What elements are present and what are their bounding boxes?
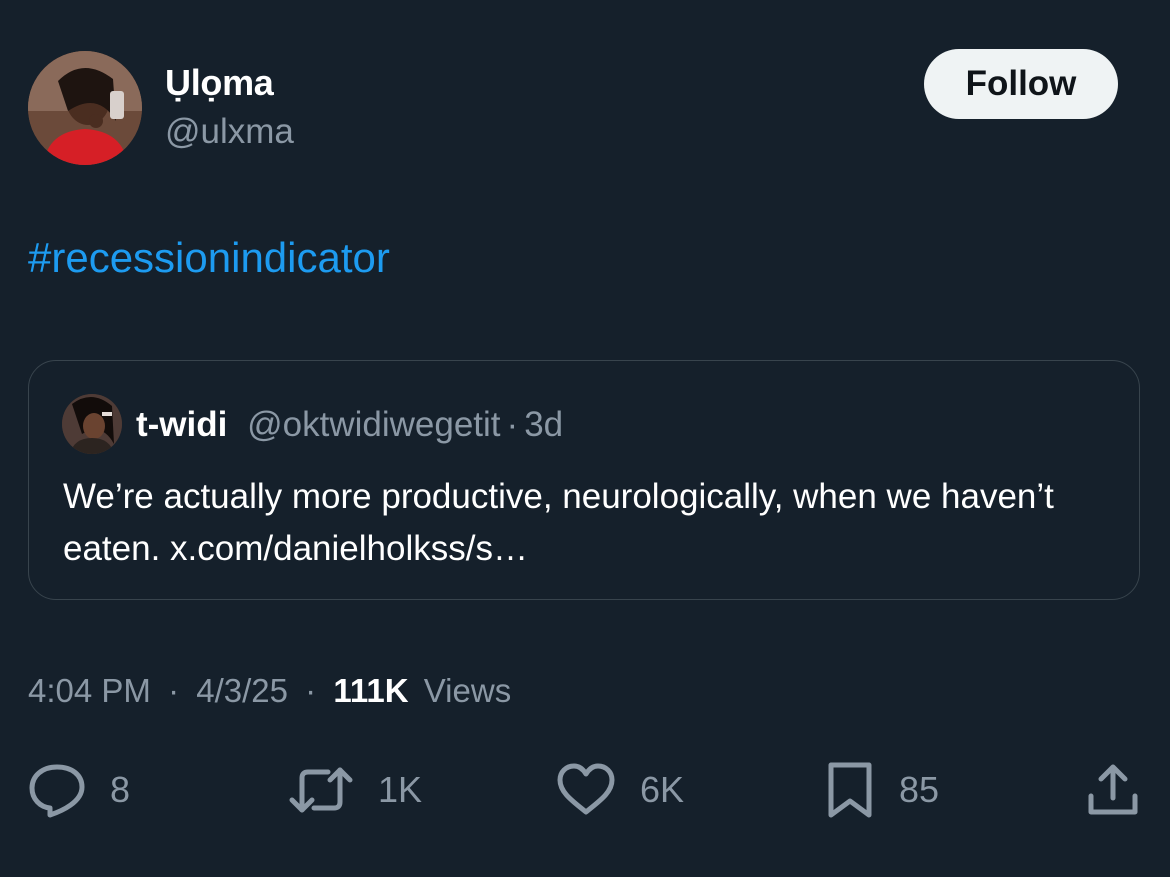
bookmark-button[interactable]: 85 <box>825 762 939 818</box>
like-button[interactable]: 6K <box>556 762 684 818</box>
repost-count: 1K <box>378 769 423 810</box>
share-button[interactable] <box>1086 762 1140 818</box>
reply-button[interactable]: 8 <box>28 762 130 818</box>
tweet-date[interactable]: 4/3/25 <box>196 672 288 709</box>
reply-icon <box>28 762 86 818</box>
quoted-separator: · <box>506 405 519 444</box>
author-display-name[interactable]: Ụlọma <box>165 62 274 104</box>
repost-button[interactable]: 1K <box>288 762 422 818</box>
repost-icon <box>288 762 354 818</box>
tweet-time[interactable]: 4:04 PM <box>28 672 151 709</box>
tweet-container: Ụlọma @ulxma Follow #recessionindicator … <box>0 0 1170 877</box>
tweet-meta: 4:04 PM · 4/3/25 · 111K Views <box>28 672 511 710</box>
heart-icon <box>556 762 616 818</box>
follow-button[interactable]: Follow <box>924 49 1118 119</box>
quoted-tweet-text: We’re actually more productive, neurolog… <box>63 477 1054 568</box>
quoted-timestamp: 3d <box>524 405 564 444</box>
like-count: 6K <box>640 769 685 810</box>
quoted-author-handle: @oktwidiwegetit <box>247 405 501 444</box>
meta-separator: · <box>168 672 180 709</box>
quoted-tweet-card[interactable]: t-widi @oktwidiwegetit · 3d We’re actually… <box>28 360 1140 600</box>
hashtag-link[interactable]: #recessionindicator <box>28 234 390 282</box>
quoted-author-name: t-widi <box>136 405 228 444</box>
quoted-tweet-header: t-widi @oktwidiwegetit · 3d <box>136 405 563 445</box>
views-count[interactable]: 111K <box>333 672 408 709</box>
share-icon <box>1086 762 1140 818</box>
quoted-author-avatar <box>62 394 122 454</box>
author-avatar[interactable] <box>28 51 142 165</box>
author-handle[interactable]: @ulxma <box>165 112 294 152</box>
views-label: Views <box>423 672 512 709</box>
reply-count: 8 <box>110 769 131 810</box>
meta-separator: · <box>305 672 317 709</box>
bookmark-icon <box>825 761 875 819</box>
bookmark-count: 85 <box>899 769 940 810</box>
